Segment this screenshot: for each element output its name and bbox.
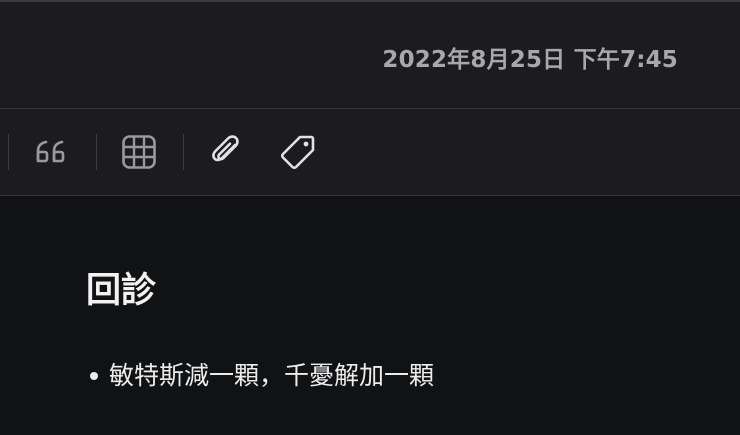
toolbar-divider (8, 134, 9, 170)
tag-icon (280, 135, 315, 170)
list-item-text: 敏特斯減一顆，千憂解加一顆 (109, 361, 435, 390)
table-icon (122, 135, 156, 169)
paperclip-icon (212, 135, 239, 162)
formatting-toolbar (0, 109, 740, 196)
note-timestamp: 2022年8月25日 下午7:45 (382, 47, 678, 73)
bullet-dot (90, 372, 98, 381)
quote-icon (36, 140, 65, 163)
table-button[interactable] (119, 132, 159, 172)
toolbar-divider (183, 134, 184, 170)
list-item[interactable]: 敏特斯減一顆，千憂解加一顆 (86, 360, 434, 393)
note-header: 2022年8月25日 下午7:45 (0, 2, 740, 109)
note-window: 2022年8月25日 下午7:45 回診 敏特斯減一顆，千憂解加一顆 (0, 0, 740, 435)
attach-file-button[interactable] (207, 132, 247, 172)
quote-button[interactable] (31, 132, 71, 172)
bullet-list: 敏特斯減一顆，千憂解加一顆 (86, 360, 434, 393)
note-title[interactable]: 回診 (86, 270, 156, 312)
toolbar-divider (96, 134, 97, 170)
note-body[interactable]: 回診 敏特斯減一顆，千憂解加一顆 (0, 196, 740, 435)
tag-button[interactable] (278, 132, 318, 172)
